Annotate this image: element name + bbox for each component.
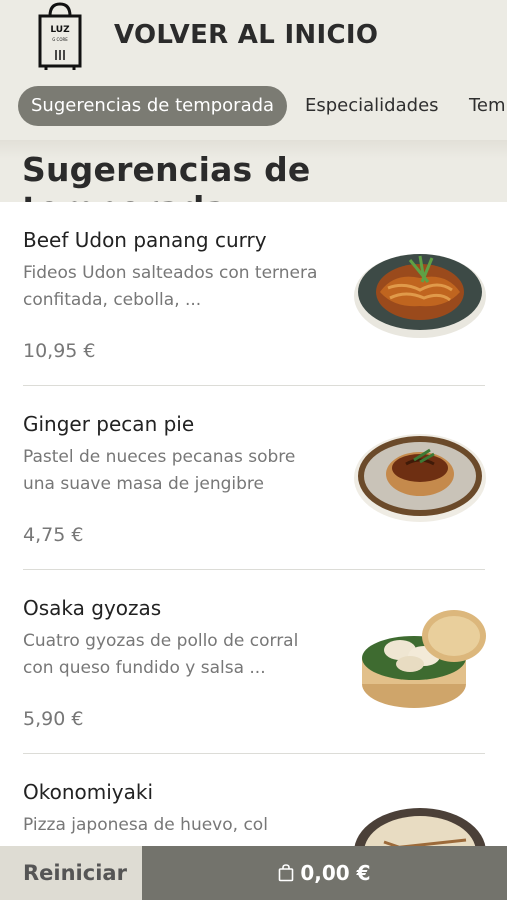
logo-text: LUZ [50,25,70,35]
gyoza-basket-image [362,610,486,708]
shopping-bag-icon [279,864,294,882]
cart-total: 0,00 € [300,861,371,885]
tab-especialidades[interactable]: Especialidades [292,86,452,126]
logo-subtext: G CORE [52,37,68,42]
header: LUZ G CORE VOLVER AL INICIO [0,0,507,78]
reset-button[interactable]: Reiniciar [0,846,142,900]
item-name: Ginger pecan pie [23,412,195,436]
item-description: Cuatro gyozas de pollo de corral con que… [23,631,299,678]
item-price: 10,95 € [23,340,96,362]
tab-tem[interactable]: Tem [456,86,507,126]
logo[interactable]: LUZ G CORE [32,2,88,72]
list-item[interactable]: Beef Udon panang curry Fideos Udon salte… [0,202,507,386]
item-name: Osaka gyozas [23,596,162,620]
back-to-home-link[interactable]: VOLVER AL INICIO [114,20,378,50]
cart-button[interactable]: 0,00 € [142,846,507,900]
tab-sugerencias-de-temporada[interactable]: Sugerencias de temporada [18,86,288,126]
item-price: 4,75 € [23,524,84,546]
product-list: Beef Udon panang curry Fideos Udon salte… [0,202,507,900]
list-item[interactable]: Osaka gyozas Cuatro gyozas de pollo de c… [0,570,507,754]
item-name: Okonomiyaki [23,780,154,804]
pecan-pie-image [354,434,486,522]
item-price: 5,90 € [23,708,84,730]
item-description: Pizza japonesa de huevo, col [23,815,268,835]
footer-bar: Reiniciar 0,00 € [0,846,507,900]
item-description: Fideos Udon salteados con ternera confit… [23,263,318,310]
item-description: Pastel de nueces pecanas sobre una suave… [23,447,296,494]
list-item[interactable]: Ginger pecan pie Pastel de nueces pecana… [0,386,507,570]
item-name: Beef Udon panang curry [23,228,267,252]
category-tabs: Sugerencias de temporada Especialidades … [0,82,507,130]
udon-dish-image [354,254,486,338]
